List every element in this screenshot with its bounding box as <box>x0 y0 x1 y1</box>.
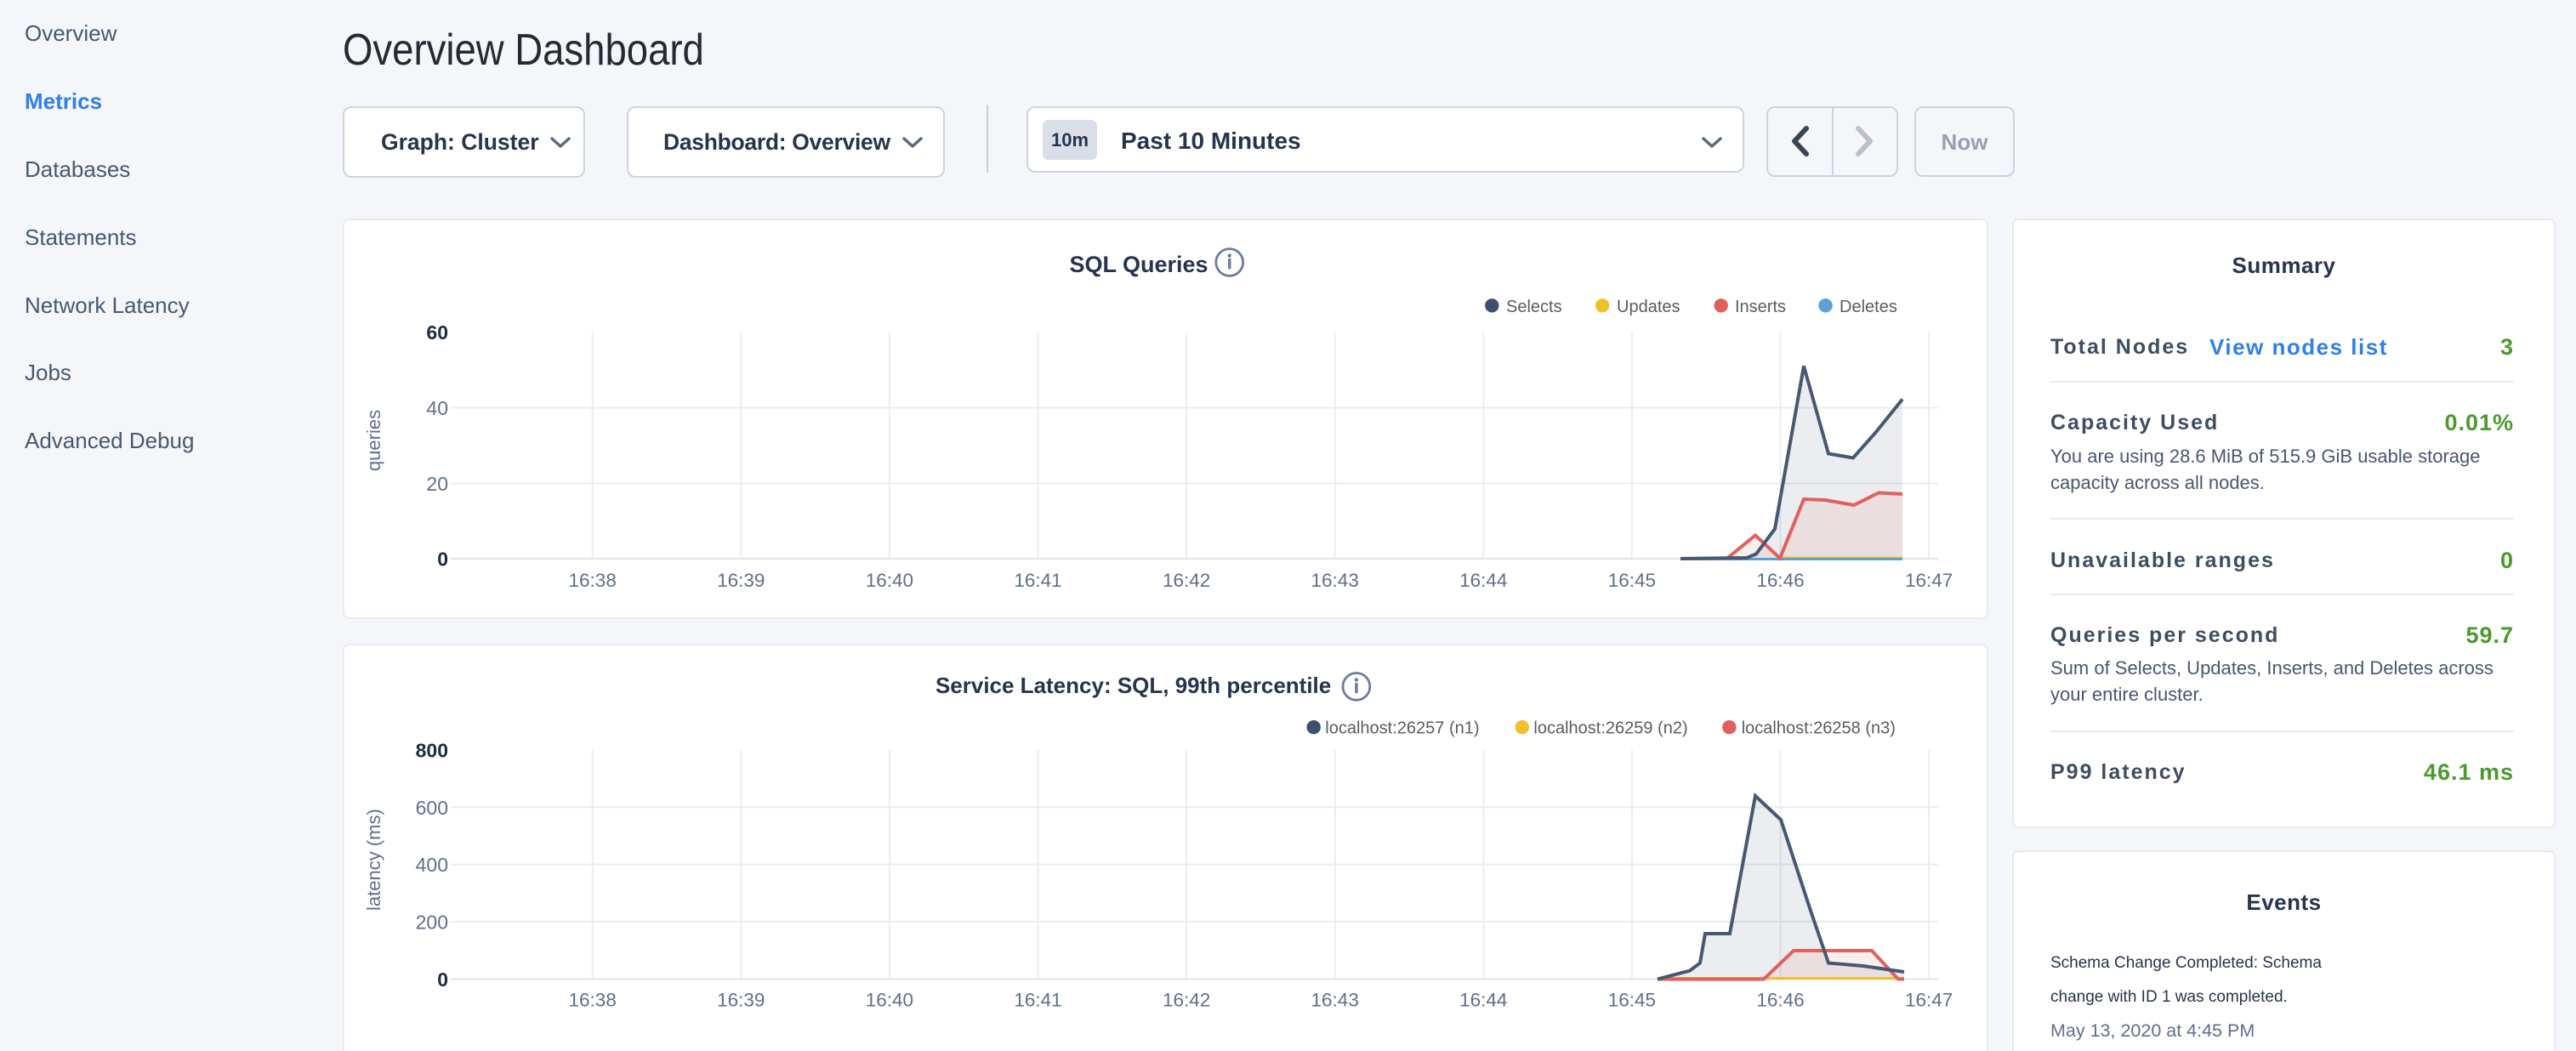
svg-text:40: 40 <box>426 397 448 419</box>
svg-text:16:47: 16:47 <box>1905 570 1953 591</box>
svg-text:16:46: 16:46 <box>1756 990 1804 1011</box>
svg-text:60: 60 <box>426 321 448 344</box>
svg-text:Updates: Updates <box>1617 298 1680 316</box>
svg-text:16:41: 16:41 <box>1014 990 1061 1011</box>
svg-text:16:46: 16:46 <box>1756 570 1804 591</box>
svg-text:localhost:26258 (n3): localhost:26258 (n3) <box>1742 719 1896 738</box>
svg-text:16:38: 16:38 <box>569 570 617 591</box>
svg-text:16:38: 16:38 <box>569 990 617 1011</box>
svg-text:16:45: 16:45 <box>1608 990 1656 1011</box>
svg-text:Deletes: Deletes <box>1840 298 1897 316</box>
svg-text:0: 0 <box>437 969 448 991</box>
svg-text:800: 800 <box>416 740 448 762</box>
svg-text:16:41: 16:41 <box>1014 570 1061 591</box>
svg-text:16:40: 16:40 <box>866 990 913 1011</box>
svg-text:latency (ms): latency (ms) <box>363 809 384 911</box>
svg-text:16:40: 16:40 <box>866 570 913 591</box>
svg-text:SQL Queries: SQL Queries <box>1069 252 1208 277</box>
svg-text:0: 0 <box>437 548 448 571</box>
svg-text:Service Latency: SQL, 99th per: Service Latency: SQL, 99th percentile <box>935 673 1331 698</box>
svg-text:16:42: 16:42 <box>1163 990 1210 1011</box>
svg-text:16:42: 16:42 <box>1163 570 1210 591</box>
svg-text:localhost:26259 (n2): localhost:26259 (n2) <box>1533 719 1687 738</box>
svg-text:16:39: 16:39 <box>717 570 765 591</box>
svg-text:16:39: 16:39 <box>717 990 765 1011</box>
svg-text:localhost:26257 (n1): localhost:26257 (n1) <box>1325 719 1479 738</box>
svg-text:queries: queries <box>363 410 384 471</box>
svg-text:200: 200 <box>416 911 448 933</box>
svg-text:20: 20 <box>426 473 448 495</box>
svg-text:16:47: 16:47 <box>1905 990 1953 1011</box>
svg-text:16:44: 16:44 <box>1459 990 1507 1011</box>
svg-text:16:45: 16:45 <box>1608 570 1656 591</box>
svg-text:Selects: Selects <box>1506 298 1562 316</box>
svg-text:Inserts: Inserts <box>1735 298 1786 316</box>
svg-text:400: 400 <box>416 854 448 876</box>
svg-text:600: 600 <box>416 797 448 819</box>
svg-text:16:44: 16:44 <box>1459 570 1507 591</box>
svg-text:16:43: 16:43 <box>1311 570 1359 591</box>
svg-text:16:43: 16:43 <box>1311 990 1359 1011</box>
